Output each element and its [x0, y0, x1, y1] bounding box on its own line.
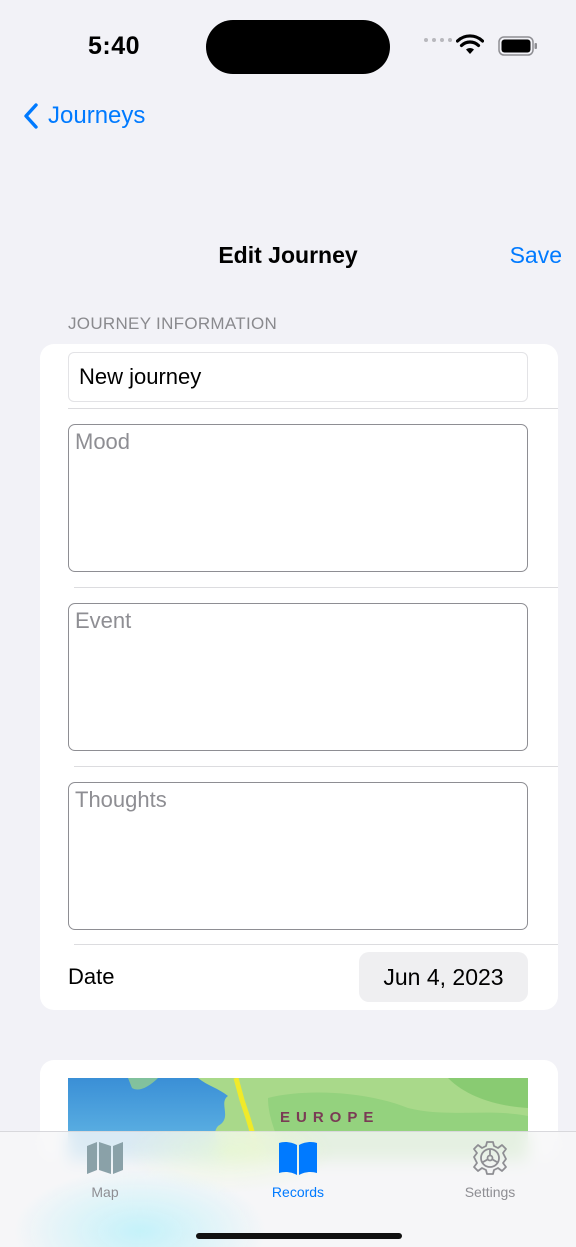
home-indicator[interactable]	[196, 1233, 402, 1239]
separator	[68, 408, 558, 409]
back-button[interactable]: Journeys	[22, 100, 145, 132]
journey-title-input[interactable]	[68, 352, 528, 402]
save-button[interactable]: Save	[510, 242, 562, 269]
cellular-signal-icon	[424, 38, 452, 42]
mood-textarea[interactable]	[68, 424, 528, 572]
chevron-left-icon	[24, 103, 38, 129]
tab-map-label: Map	[91, 1184, 119, 1200]
thoughts-textarea[interactable]	[68, 782, 528, 930]
tab-map[interactable]: Map	[35, 1140, 175, 1200]
event-textarea[interactable]	[68, 603, 528, 751]
date-label: Date	[68, 964, 115, 989]
separator	[74, 587, 558, 588]
tab-records[interactable]: Records	[228, 1140, 368, 1200]
map-icon	[87, 1142, 123, 1174]
tab-settings[interactable]: Settings	[420, 1140, 560, 1200]
separator	[74, 766, 558, 767]
status-bar: 5:40	[0, 0, 576, 90]
battery-icon	[498, 36, 537, 56]
wifi-icon	[456, 34, 484, 54]
page-title: Edit Journey	[218, 242, 358, 268]
back-button-label: Journeys	[48, 102, 146, 129]
book-icon	[279, 1141, 317, 1175]
gear-icon	[473, 1141, 507, 1175]
status-time: 5:40	[88, 32, 141, 60]
date-picker[interactable]: Jun 4, 2023	[359, 952, 528, 1002]
separator	[74, 944, 558, 945]
tab-records-label: Records	[271, 1184, 325, 1200]
journey-info-card: Date Jun 4, 2023	[40, 344, 558, 1010]
tab-settings-label: Settings	[464, 1184, 516, 1200]
dynamic-island	[206, 20, 390, 74]
map-region-label: EUROPE	[280, 1109, 380, 1126]
section-header: JOURNEY INFORMATION	[68, 314, 278, 333]
